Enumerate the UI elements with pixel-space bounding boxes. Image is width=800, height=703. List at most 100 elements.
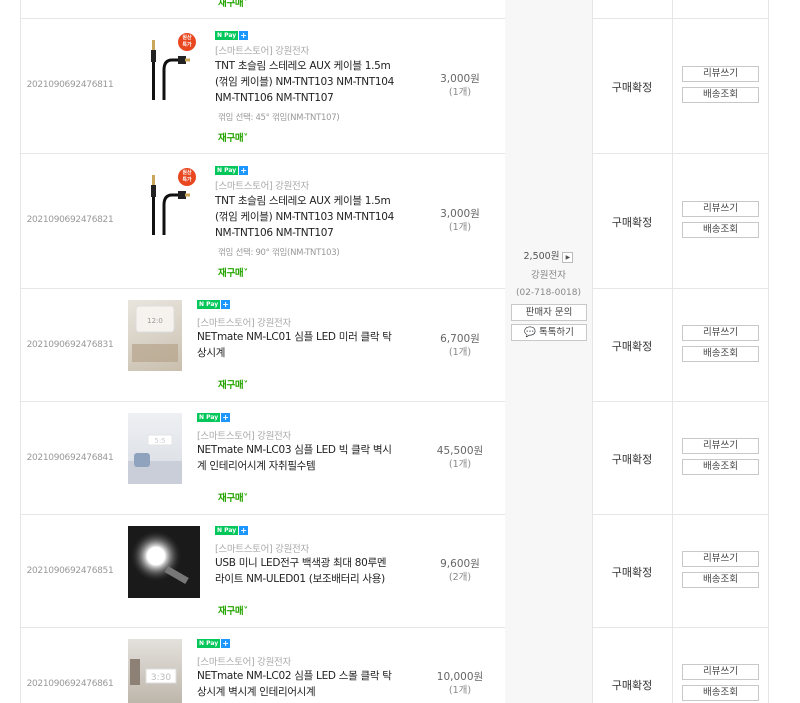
chat-icon: 💬 <box>524 327 536 338</box>
product-thumbnail[interactable]: 3:30 <box>128 639 182 703</box>
store-name[interactable]: [스마트스토어] 강원전자 <box>197 428 291 442</box>
track-delivery-button[interactable]: 배송조회 <box>682 87 759 103</box>
npay-badge: N Pay + <box>197 300 231 309</box>
review-button[interactable]: 리뷰쓰기 <box>682 201 759 217</box>
row-divider <box>592 401 768 402</box>
store-name[interactable]: [스마트스토어] 강원전자 <box>197 315 291 329</box>
price: 3,000원 <box>440 73 480 85</box>
store-name[interactable]: [스마트스토어] 강원전자 <box>215 541 309 555</box>
order-number: 2021090692476841 <box>26 453 114 463</box>
product-name[interactable]: NETmate NM-LC02 심플 LED 스몰 클락 탁 상시계 벽시계 인… <box>197 668 392 700</box>
shipping-fee: 2,500원 ▶ <box>505 248 592 263</box>
sale-badge: 원산 특가 <box>178 168 196 186</box>
store-name[interactable]: [스마트스토어] 강원전자 <box>215 178 309 192</box>
quantity: (2개) <box>448 572 472 583</box>
row-divider <box>592 18 768 19</box>
product-name-line: 상시계 벽시계 인테리어시계 <box>197 686 316 698</box>
rebuy-link[interactable]: 재구매˅ <box>218 0 248 9</box>
talktalk-label: 톡톡하기 <box>538 327 574 338</box>
order-table: 재구매˅ 2021090692476811 원산 특가 N Pay + [스마트스토… <box>20 0 769 703</box>
product-name-line: NM-TNT106 NM-TNT107 <box>215 227 334 239</box>
row-divider <box>592 288 768 289</box>
order-status: 구매확정 <box>611 216 653 229</box>
product-thumbnail[interactable]: 12:0 <box>128 300 182 371</box>
review-button[interactable]: 리뷰쓰기 <box>682 551 759 567</box>
row-divider <box>20 288 505 289</box>
rebuy-link[interactable]: 재구매˅ <box>218 377 248 391</box>
price: 6,700원 <box>440 333 480 345</box>
chevron-down-icon: ˅ <box>243 606 248 617</box>
order-status: 구매확정 <box>611 566 653 579</box>
product-thumbnail[interactable]: 5:5 <box>128 413 182 484</box>
price-cell: 10,000원 (1개) <box>420 670 500 698</box>
price: 10,000원 <box>436 671 484 683</box>
review-button[interactable]: 리뷰쓰기 <box>682 664 759 680</box>
order-number: 2021090692476831 <box>26 340 114 350</box>
product-name[interactable]: USB 미니 LED전구 백색광 최대 80루멘 라이트 NM-ULED01 (… <box>215 555 387 587</box>
track-delivery-button[interactable]: 배송조회 <box>682 346 759 362</box>
product-thumbnail[interactable] <box>128 526 200 598</box>
product-name[interactable]: NETmate NM-LC03 심플 LED 빅 클락 벽시 계 인테리어시계 … <box>197 442 392 474</box>
review-button[interactable]: 리뷰쓰기 <box>682 66 759 82</box>
row-divider <box>592 153 768 154</box>
column-divider <box>672 0 673 703</box>
order-number: 2021090692476861 <box>26 679 114 689</box>
product-option: 꺾임 선택: 90° 꺾임(NM-TNT103) <box>218 248 340 258</box>
rebuy-link[interactable]: 재구매˅ <box>218 265 248 279</box>
plus-icon: + <box>239 31 249 40</box>
npay-badge: N Pay + <box>215 526 249 535</box>
rebuy-link[interactable]: 재구매˅ <box>218 490 248 504</box>
plus-icon: + <box>239 526 249 535</box>
arrow-right-icon[interactable]: ▶ <box>562 252 574 263</box>
store-name[interactable]: [스마트스토어] 강원전자 <box>215 43 309 57</box>
product-name-line: TNT 초슬림 스테레오 AUX 케이블 1.5m <box>215 195 391 207</box>
product-name-line: 상시계 <box>197 347 226 359</box>
product-option: 꺾임 선택: 45° 꺾임(NM-TNT107) <box>218 113 340 123</box>
track-delivery-button[interactable]: 배송조회 <box>682 222 759 238</box>
seller-phone: (02-718-0018) <box>515 288 582 298</box>
product-name-line: (꺾임 케이블) NM-TNT103 NM-TNT104 <box>215 211 395 223</box>
small-clock-image: 3:30 <box>130 659 177 685</box>
led-bulb-image <box>130 530 189 585</box>
chevron-down-icon: ˅ <box>243 380 248 391</box>
track-delivery-button[interactable]: 배송조회 <box>682 459 759 475</box>
row-divider <box>20 627 505 628</box>
product-name-line: (꺾임 케이블) NM-TNT103 NM-TNT104 <box>215 76 395 88</box>
plus-icon: + <box>221 639 231 648</box>
product-name-line: NETmate NM-LC02 심플 LED 스몰 클락 탁 <box>197 670 392 682</box>
track-delivery-button[interactable]: 배송조회 <box>682 572 759 588</box>
seller-inquiry-button[interactable]: 판매자 문의 <box>511 304 587 321</box>
price: 45,500원 <box>436 445 484 457</box>
plus-icon: + <box>221 413 231 422</box>
svg-text:12:0: 12:0 <box>147 317 163 325</box>
store-name[interactable]: [스마트스토어] 강원전자 <box>197 654 291 668</box>
row-divider <box>592 627 768 628</box>
review-button[interactable]: 리뷰쓰기 <box>682 438 759 454</box>
product-name[interactable]: TNT 초슬림 스테레오 AUX 케이블 1.5m (꺾임 케이블) NM-TN… <box>215 58 394 106</box>
sale-badge: 원산 특가 <box>178 33 196 51</box>
order-status: 구매확정 <box>611 679 653 692</box>
order-number: 2021090692476821 <box>26 215 114 225</box>
product-name-line: 계 인테리어시계 자취필수템 <box>197 460 316 472</box>
npay-badge: N Pay + <box>215 31 249 40</box>
price: 3,000원 <box>440 208 480 220</box>
rebuy-link[interactable]: 재구매˅ <box>218 130 248 144</box>
product-name[interactable]: NETmate NM-LC01 심플 LED 미러 클락 탁 상시계 <box>197 329 392 361</box>
table-border-right <box>768 0 769 703</box>
row-divider <box>20 514 505 515</box>
product-name[interactable]: TNT 초슬림 스테레오 AUX 케이블 1.5m (꺾임 케이블) NM-TN… <box>215 193 394 241</box>
shipping-cell <box>505 0 592 703</box>
rebuy-link[interactable]: 재구매˅ <box>218 603 248 617</box>
quantity: (1개) <box>448 459 472 470</box>
track-delivery-button[interactable]: 배송조회 <box>682 685 759 701</box>
talktalk-button[interactable]: 💬 톡톡하기 <box>511 324 587 341</box>
row-divider <box>20 18 505 19</box>
price: 9,600원 <box>440 558 480 570</box>
price-cell: 3,000원 (1개) <box>420 207 500 235</box>
price-cell: 3,000원 (1개) <box>420 72 500 100</box>
chevron-down-icon: ˅ <box>243 268 248 279</box>
review-button[interactable]: 리뷰쓰기 <box>682 325 759 341</box>
order-status: 구매확정 <box>611 81 653 94</box>
order-number: 2021090692476811 <box>26 80 114 90</box>
chevron-down-icon: ˅ <box>243 493 248 504</box>
